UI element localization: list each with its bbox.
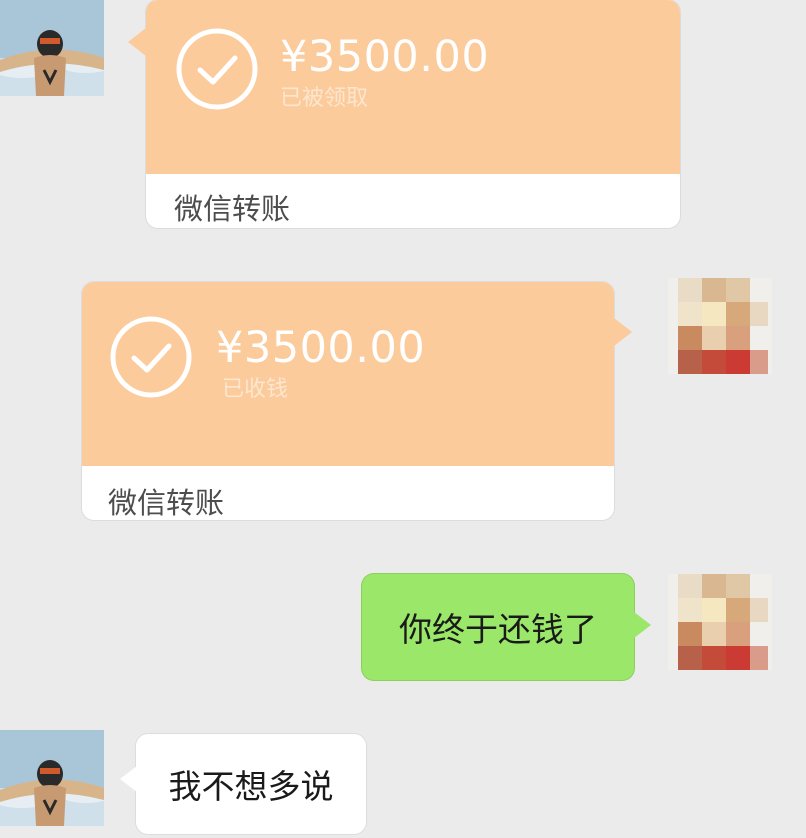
check-circle-icon [110,316,192,398]
transfer-status: 已被领取 [280,86,369,111]
transfer-footer: 微信转账 [108,486,225,520]
message-text: 我不想多说 [168,767,334,806]
bubble-tail [120,766,137,792]
transfer-status: 已收钱 [222,377,289,402]
bubble-tail [614,318,632,346]
transfer-card-sent[interactable]: ¥3500.00 已收钱 微信转账 [82,282,614,520]
transfer-card-received[interactable]: ¥3500.00 已被领取 微信转账 [146,0,680,228]
received-text-bubble[interactable]: 我不想多说 [136,734,366,834]
bubble-tail [128,28,146,56]
transfer-amount: ¥3500.00 [216,323,426,373]
left-avatar[interactable] [0,0,104,96]
check-circle-icon [176,28,258,110]
message-text: 你终于还钱了 [399,610,597,649]
transfer-footer: 微信转账 [174,192,291,226]
right-avatar[interactable] [668,574,772,670]
bubble-tail [634,612,651,638]
transfer-amount: ¥3500.00 [280,32,490,82]
left-avatar[interactable] [0,730,104,826]
sent-text-bubble[interactable]: 你终于还钱了 [362,574,634,680]
pixelated-avatar-icon [668,278,772,374]
right-avatar[interactable] [668,278,772,374]
anime-character-icon [0,730,104,826]
pixelated-avatar-icon [668,574,772,670]
anime-character-icon [0,0,104,96]
